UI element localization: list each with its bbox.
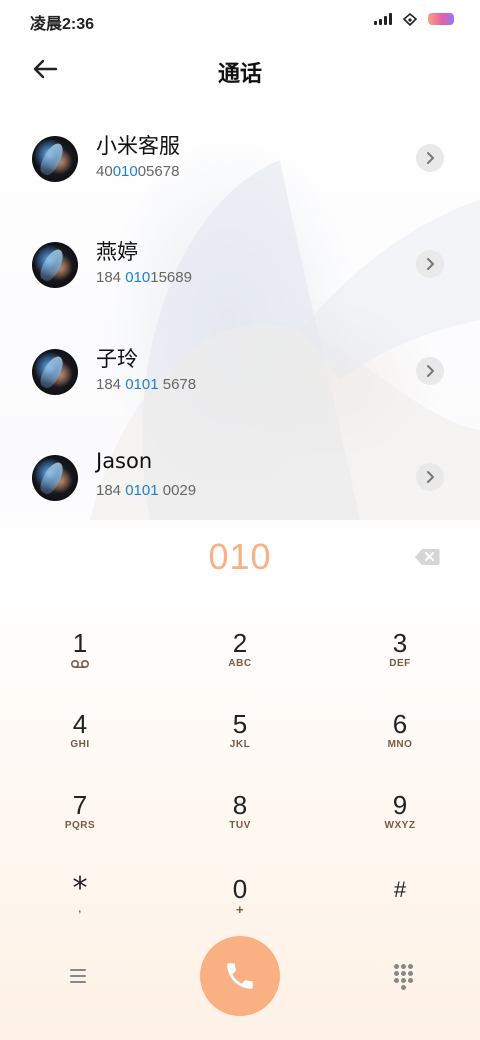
contact-name: 子玲 — [96, 347, 138, 371]
dialpad-toggle-button[interactable] — [392, 964, 414, 990]
contact-row[interactable]: Jason 184 0101 0029 — [0, 449, 480, 545]
contact-detail-button[interactable] — [416, 357, 444, 385]
contact-name: Jason — [96, 449, 153, 473]
wifi-icon — [402, 12, 418, 26]
contact-name: 燕婷 — [96, 240, 138, 264]
key-8[interactable]: 8 TUV — [190, 790, 290, 856]
key-4[interactable]: 4 GHI — [30, 709, 130, 775]
contact-number: 184 01015689 — [96, 269, 192, 286]
voicemail-icon — [70, 659, 90, 669]
contact-detail-button[interactable] — [416, 144, 444, 172]
key-9[interactable]: 9 WXYZ — [350, 790, 450, 856]
menu-button[interactable] — [66, 964, 90, 988]
contact-name: 小米客服 — [96, 134, 180, 158]
contact-row[interactable]: 燕婷 184 01015689 — [0, 240, 480, 332]
chevron-right-icon — [427, 471, 434, 483]
backspace-icon — [415, 549, 440, 565]
key-1[interactable]: 1 — [30, 628, 130, 694]
page-title: 通话 — [217, 62, 262, 87]
chevron-right-icon — [427, 152, 434, 164]
chevron-right-icon — [427, 258, 434, 270]
avatar — [32, 242, 78, 288]
status-time: 凌晨2:36 — [30, 16, 95, 33]
phone-icon — [227, 963, 253, 989]
avatar — [32, 349, 78, 395]
avatar — [32, 136, 78, 182]
key-3[interactable]: 3 DEF — [350, 628, 450, 694]
contact-number: 184 0101 0029 — [96, 482, 197, 499]
dial-input-display: 010 — [208, 536, 272, 577]
signal-icon — [374, 13, 392, 25]
key-7[interactable]: 7 PQRS — [30, 790, 130, 856]
key-0[interactable]: 0 + — [190, 874, 290, 940]
key-star[interactable]: * , — [30, 874, 130, 940]
key-2[interactable]: 2 ABC — [190, 628, 290, 694]
avatar — [32, 455, 78, 501]
key-5[interactable]: 5 JKL — [190, 709, 290, 775]
status-icons — [374, 12, 454, 26]
key-6[interactable]: 6 MNO — [350, 709, 450, 775]
contact-detail-button[interactable] — [416, 250, 444, 278]
delete-button[interactable] — [414, 548, 440, 566]
battery-icon — [428, 13, 454, 25]
call-button[interactable] — [200, 936, 280, 1016]
contact-detail-button[interactable] — [416, 463, 444, 491]
contact-number: 4001005678 — [96, 163, 180, 180]
contact-row[interactable]: 子玲 184 0101 5678 — [0, 347, 480, 439]
key-hash[interactable]: # — [350, 874, 450, 940]
chevron-right-icon — [427, 365, 434, 377]
contact-number: 184 0101 5678 — [96, 376, 197, 393]
contact-row[interactable]: 小米客服 4001005678 — [0, 134, 480, 226]
